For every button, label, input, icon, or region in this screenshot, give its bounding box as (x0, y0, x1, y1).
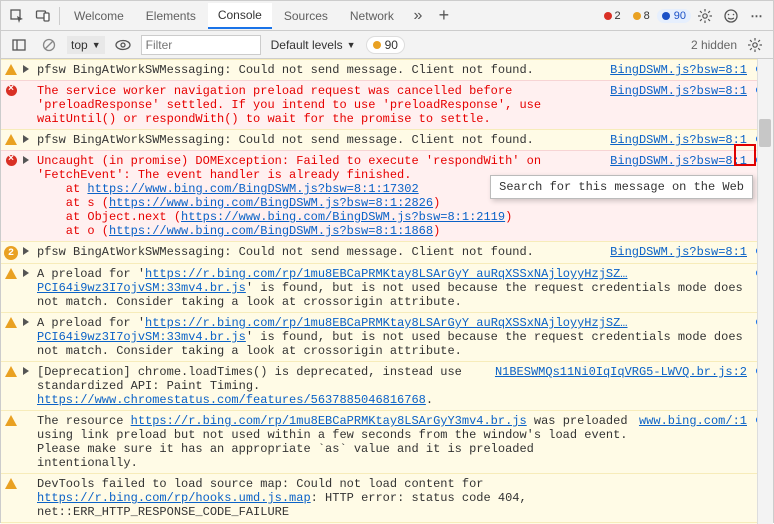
error-count: 2 (615, 10, 621, 22)
warn-count: 8 (644, 10, 650, 22)
expand-icon[interactable] (23, 247, 29, 255)
log-row-warning: The resource https://r.bing.com/rp/1mu8E… (1, 410, 773, 473)
tab-network[interactable]: Network (340, 4, 404, 28)
expand-icon[interactable] (23, 156, 29, 164)
context-label: top (71, 38, 88, 52)
url-link[interactable]: https://r.bing.com/rp/hooks.umd.js.map (37, 491, 311, 505)
tab-console[interactable]: Console (208, 3, 272, 29)
issues-count: 90 (385, 38, 398, 52)
repeat-count-badge: 2 (4, 246, 18, 260)
error-icon (6, 155, 17, 166)
filter-input[interactable] (141, 35, 261, 55)
expand-icon[interactable] (23, 318, 29, 326)
log-row-warning: A preload for 'https://r.bing.com/rp/1mu… (1, 263, 773, 312)
warning-icon (5, 478, 17, 489)
log-row-warning: [Deprecation] chrome.loadTimes() is depr… (1, 361, 773, 410)
warning-icon (5, 268, 17, 279)
log-message: pfsw BingAtWorkSWMessaging: Could not se… (37, 245, 606, 259)
tab-elements[interactable]: Elements (136, 4, 206, 28)
stack-link[interactable]: https://www.bing.com/BingDSWM.js?bsw=8:1… (109, 224, 433, 238)
inspect-icon[interactable] (5, 4, 29, 28)
source-link[interactable]: BingDSWM.js?bsw=8:1 (610, 84, 747, 98)
log-message: The service worker navigation preload re… (37, 84, 606, 126)
feedback-icon[interactable] (719, 4, 743, 28)
log-row-warning: 2 pfsw BingAtWorkSWMessaging: Could not … (1, 241, 773, 263)
context-selector[interactable]: top ▼ (67, 36, 105, 54)
warning-icon (5, 64, 17, 75)
stack-link[interactable]: https://www.bing.com/BingDSWM.js?bsw=8:1… (87, 182, 418, 196)
search-tooltip: Search for this message on the Web (490, 175, 753, 199)
url-link[interactable]: https://www.chromestatus.com/features/56… (37, 393, 426, 407)
tab-sources[interactable]: Sources (274, 4, 338, 28)
log-message: The resource https://r.bing.com/rp/1mu8E… (37, 414, 635, 470)
warning-icon (5, 415, 17, 426)
warn-count-badge[interactable]: 8 (628, 9, 655, 23)
more-icon[interactable]: ⋯ (745, 4, 769, 28)
warning-icon (5, 134, 17, 145)
console-toolbar: top ▼ Default levels ▼ 90 2 hidden (1, 31, 773, 59)
scroll-thumb[interactable] (759, 119, 771, 147)
console-output: pfsw BingAtWorkSWMessaging: Could not se… (1, 59, 773, 524)
stack-link[interactable]: https://www.bing.com/BingDSWM.js?bsw=8:1… (181, 210, 505, 224)
sidebar-toggle-icon[interactable] (7, 33, 31, 57)
tab-welcome[interactable]: Welcome (64, 4, 134, 28)
log-message: DevTools failed to load source map: Coul… (37, 477, 769, 519)
source-link[interactable]: www.bing.com/:1 (639, 414, 747, 428)
log-level-label: Default levels (271, 38, 343, 52)
log-row-warning: pfsw BingAtWorkSWMessaging: Could not se… (1, 59, 773, 80)
settings-icon[interactable] (693, 4, 717, 28)
log-row-warning: DevTools failed to load source map: Coul… (1, 473, 773, 522)
more-tabs-icon[interactable]: » (406, 4, 430, 28)
source-link[interactable]: BingDSWM.js?bsw=8:1 (610, 154, 747, 168)
expand-icon[interactable] (23, 65, 29, 73)
scrollbar[interactable] (757, 59, 773, 524)
separator (59, 7, 60, 25)
log-message: pfsw BingAtWorkSWMessaging: Could not se… (37, 133, 606, 147)
expand-icon[interactable] (23, 135, 29, 143)
error-text: Uncaught (in promise) DOMException: Fail… (37, 154, 541, 182)
log-message: pfsw BingAtWorkSWMessaging: Could not se… (37, 63, 606, 77)
console-settings-icon[interactable] (743, 33, 767, 57)
source-link[interactable]: BingDSWM.js?bsw=8:1 (610, 133, 747, 147)
issues-pill[interactable]: 90 (366, 36, 405, 54)
info-count: 90 (674, 10, 686, 22)
source-link[interactable]: BingDSWM.js?bsw=8:1 (610, 63, 747, 77)
warning-icon (5, 366, 17, 377)
live-expression-icon[interactable] (111, 33, 135, 57)
expand-icon[interactable] (23, 367, 29, 375)
source-link[interactable]: N1BESWMQs11Ni0IqIqVRG5-LWVQ.br.js:2 (495, 365, 747, 379)
log-row-warning: pfsw BingAtWorkSWMessaging: Could not se… (1, 129, 773, 150)
warning-icon (5, 317, 17, 328)
log-message: A preload for 'https://r.bing.com/rp/1mu… (37, 316, 749, 358)
log-message: [Deprecation] chrome.loadTimes() is depr… (37, 365, 491, 407)
devtools-tabbar: Welcome Elements Console Sources Network… (1, 1, 773, 31)
info-count-badge[interactable]: 90 (657, 9, 691, 23)
error-icon (6, 85, 17, 96)
log-row-error: The service worker navigation preload re… (1, 80, 773, 129)
log-level-selector[interactable]: Default levels ▼ (267, 38, 360, 52)
hidden-count[interactable]: 2 hidden (691, 38, 737, 52)
expand-icon[interactable] (23, 269, 29, 277)
device-icon[interactable] (31, 4, 55, 28)
add-tab-icon[interactable]: + (432, 4, 456, 28)
url-link[interactable]: https://r.bing.com/rp/1mu8EBCaPRMKtay8LS… (131, 414, 527, 428)
error-count-badge[interactable]: 2 (599, 9, 626, 23)
stack-link[interactable]: https://www.bing.com/BingDSWM.js?bsw=8:1… (109, 196, 433, 210)
log-row-warning: A preload for 'https://r.bing.com/rp/1mu… (1, 312, 773, 361)
clear-console-icon[interactable] (37, 33, 61, 57)
log-message: A preload for 'https://r.bing.com/rp/1mu… (37, 267, 749, 309)
source-link[interactable]: BingDSWM.js?bsw=8:1 (610, 245, 747, 259)
